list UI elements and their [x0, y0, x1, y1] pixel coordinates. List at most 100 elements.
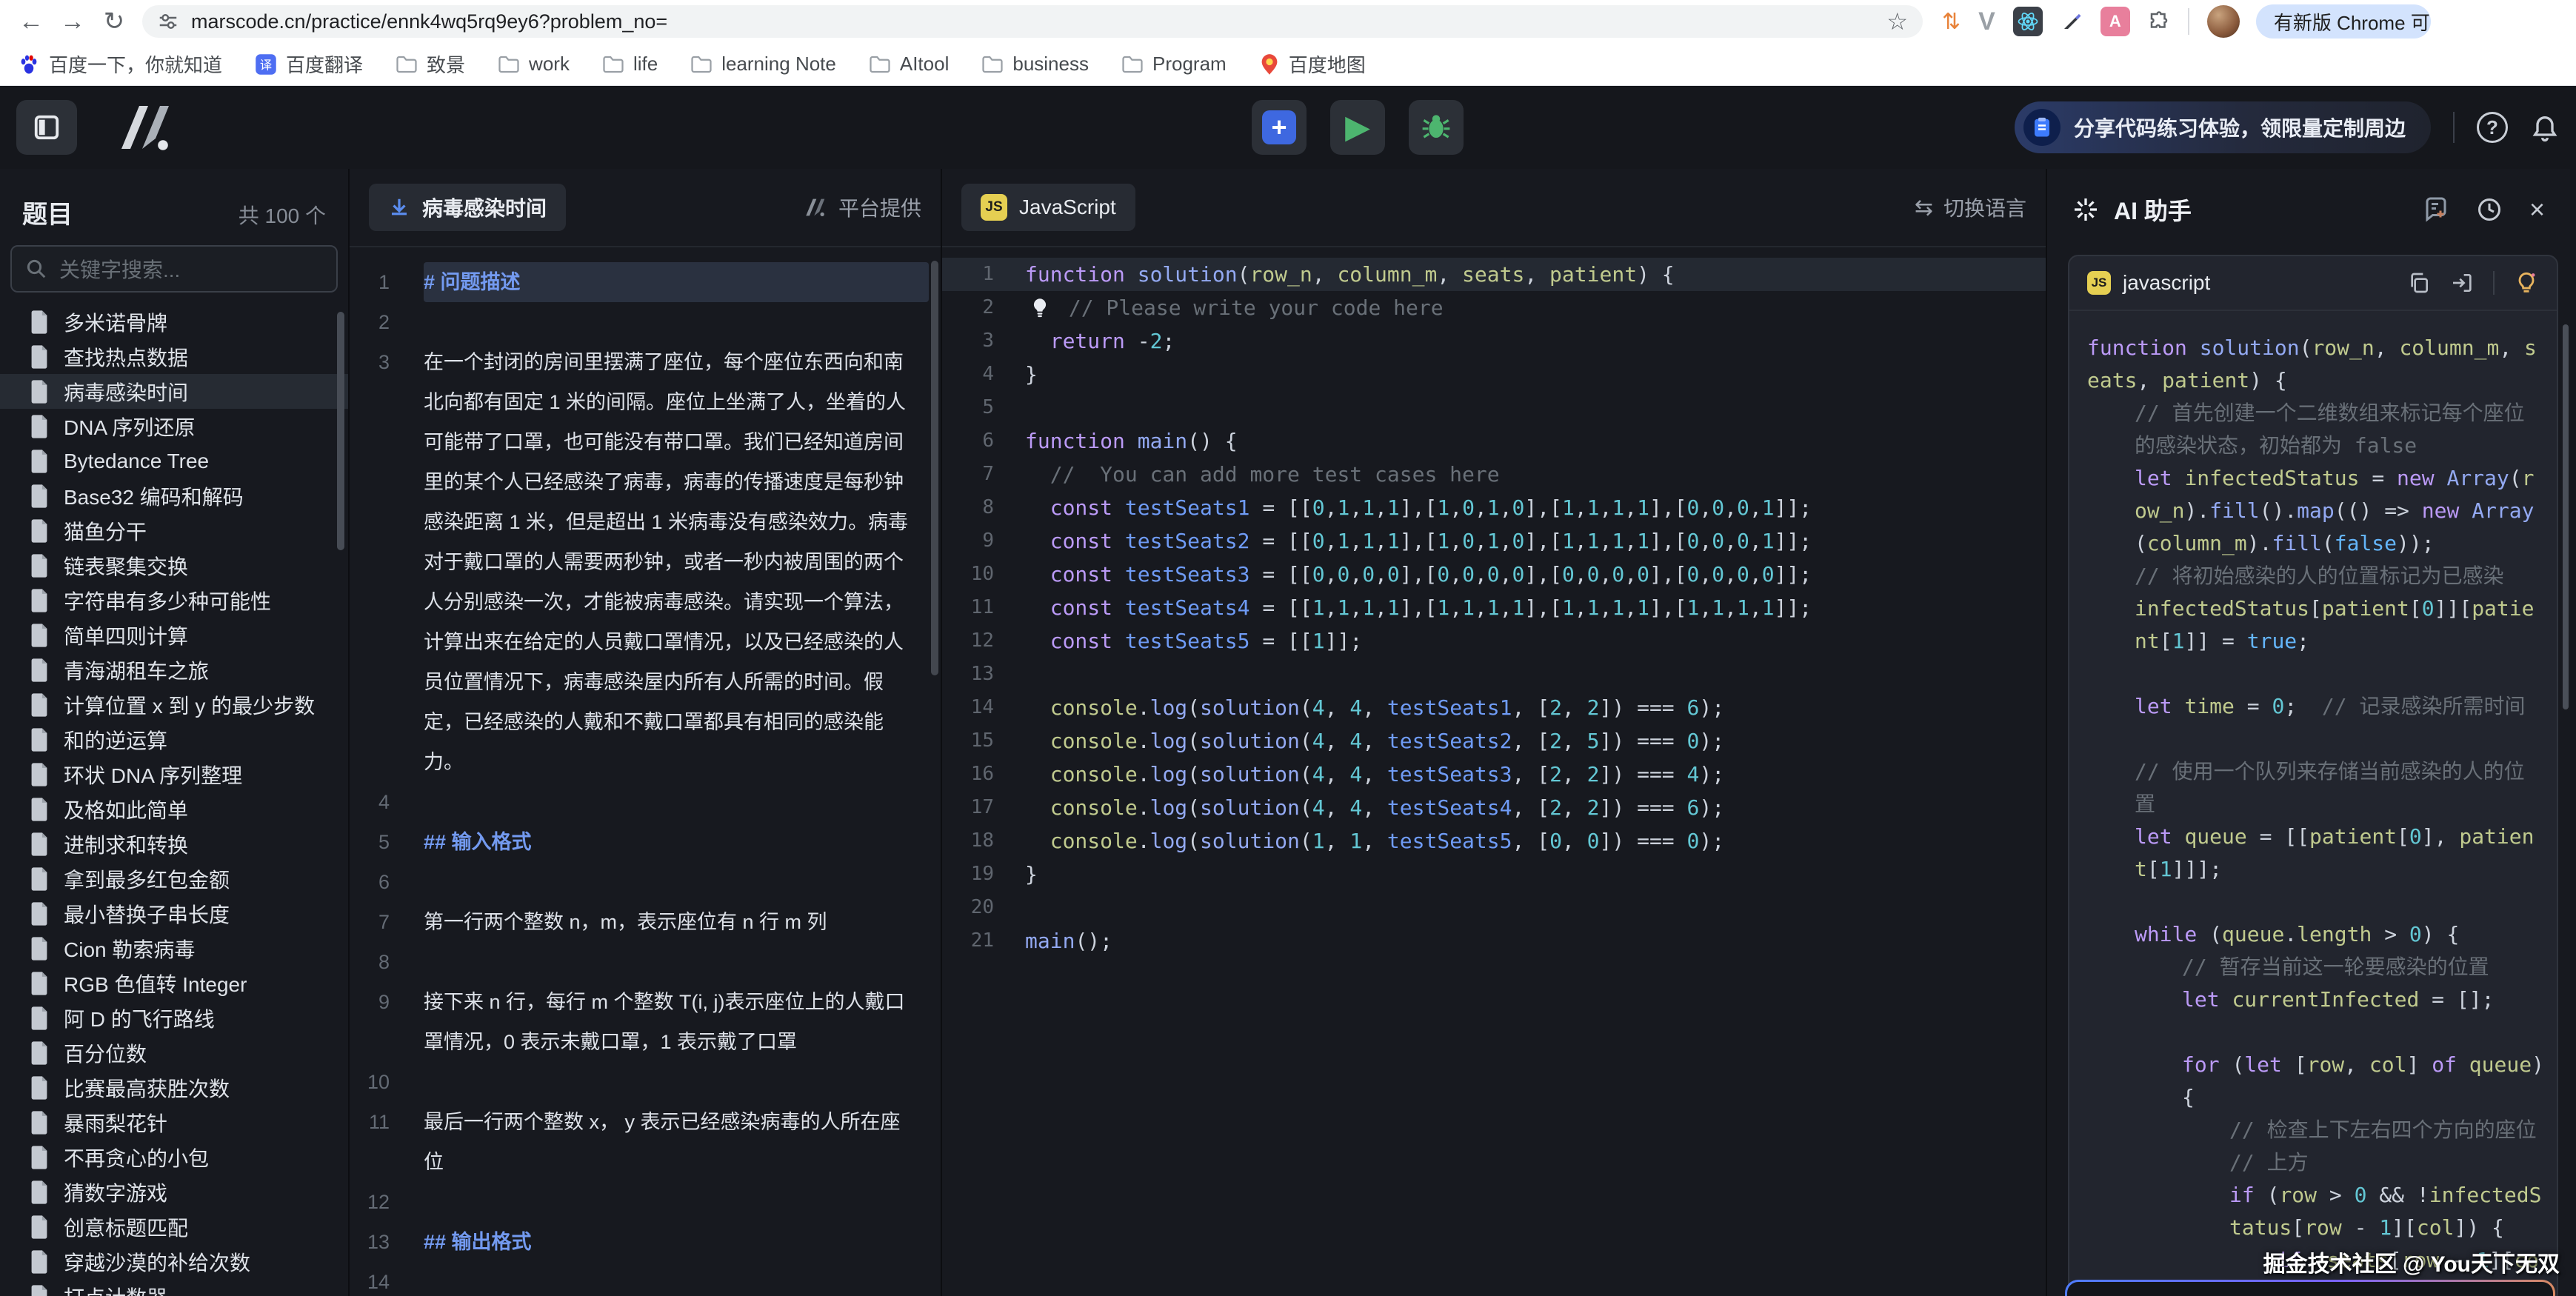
sidebar-item[interactable]: DNA 序列还原: [0, 409, 348, 444]
reload-icon[interactable]: ↻: [93, 7, 135, 36]
bookmark-item[interactable]: Program: [1121, 53, 1227, 76]
sidebar-item[interactable]: 百分位数: [0, 1035, 348, 1070]
marscode-logo[interactable]: [110, 104, 178, 150]
sidebar-item[interactable]: 字符串有多少种可能性: [0, 583, 348, 618]
sidebar-item-label: 字符串有多少种可能性: [64, 586, 271, 615]
description-scrollbar[interactable]: [931, 261, 938, 675]
sidebar-item[interactable]: 暴雨梨花针: [0, 1105, 348, 1140]
document-icon: [30, 1250, 49, 1274]
add-test-button[interactable]: +: [1252, 100, 1307, 155]
sidebar-item[interactable]: 及格如此简单: [0, 792, 348, 826]
ai-code-line: function solution(row_n, column_m, seats…: [2087, 332, 2545, 397]
switch-language-label: 切换语言: [1943, 193, 2026, 222]
search-input[interactable]: 关键字搜索...: [10, 245, 338, 293]
notifications-bell-icon[interactable]: [2530, 113, 2560, 142]
sidebar-item[interactable]: 创意标题匹配: [0, 1209, 348, 1244]
forward-icon[interactable]: →: [52, 7, 93, 36]
sidebar-item[interactable]: 拿到最多红包金额: [0, 861, 348, 896]
ai-chat-input[interactable]: [2065, 1280, 2555, 1296]
site-settings-icon[interactable]: [157, 10, 179, 33]
copy-icon[interactable]: [2407, 271, 2431, 295]
sidebar-scrollbar[interactable]: [337, 312, 344, 550]
sidebar-item[interactable]: 简单四则计算: [0, 618, 348, 652]
sidebar-item[interactable]: RGB 色值转 Integer: [0, 966, 348, 1001]
ai-chat-input-field[interactable]: [2067, 1282, 2553, 1296]
sidebar-item[interactable]: Bytedance Tree: [0, 444, 348, 478]
back-icon[interactable]: ←: [10, 7, 52, 36]
sidebar-item[interactable]: 计算位置 x 到 y 的最少步数: [0, 687, 348, 722]
sidebar-item[interactable]: 进制求和转换: [0, 826, 348, 861]
devtools-ext-icon[interactable]: ⇅: [1942, 9, 1961, 35]
chrome-update-button[interactable]: 有新版 Chrome 可用: [2256, 4, 2431, 39]
code-line: 11 const testSeats4 = [[1,1,1,1],[1,1,1,…: [942, 591, 2046, 624]
sidebar-item[interactable]: 病毒感染时间: [0, 374, 348, 409]
bookmark-item[interactable]: AItool: [869, 53, 950, 76]
problem-tab[interactable]: 病毒感染时间: [369, 184, 566, 231]
sidebar-item[interactable]: 最小替换子串长度: [0, 896, 348, 931]
translate-ext-icon[interactable]: A: [2100, 7, 2130, 36]
bookmark-item[interactable]: learning Note: [690, 53, 836, 76]
switch-language-button[interactable]: ⇆ 切换语言: [1915, 193, 2026, 222]
bookmark-item[interactable]: work: [498, 53, 570, 76]
insert-code-icon[interactable]: [2450, 271, 2474, 295]
sidebar-item[interactable]: 比赛最高获胜次数: [0, 1070, 348, 1105]
debug-button[interactable]: [1409, 100, 1464, 155]
sidebar-item[interactable]: 和的逆运算: [0, 722, 348, 757]
sidebar-item[interactable]: 猜数字游戏: [0, 1175, 348, 1209]
new-chat-icon[interactable]: [2423, 196, 2449, 223]
sidebar-item[interactable]: 不再贪心的小包: [0, 1140, 348, 1175]
description-line: 12: [350, 1182, 929, 1222]
sidebar-item[interactable]: 穿越沙漠的补给次数: [0, 1244, 348, 1279]
bookmark-star-icon[interactable]: ☆: [1886, 7, 1908, 36]
document-icon: [30, 1041, 49, 1065]
ai-code-line: let queue = [[patient[0], patient[1]]];: [2087, 821, 2545, 886]
bookmark-item[interactable]: 百度一下，你就知道: [18, 50, 222, 78]
sidebar-item[interactable]: 青海湖租车之旅: [0, 652, 348, 687]
sidebar-item[interactable]: 多米诺骨牌: [0, 304, 348, 339]
ai-scrollbar[interactable]: [2563, 324, 2569, 709]
language-tab[interactable]: JS JavaScript: [961, 184, 1135, 231]
sidebar-item-label: 比赛最高获胜次数: [64, 1073, 230, 1103]
bookmark-label: learning Note: [721, 53, 836, 76]
ai-code-block[interactable]: function solution(row_n, column_m, seats…: [2069, 311, 2557, 1296]
sidebar-item[interactable]: Base32 编码和解码: [0, 478, 348, 513]
lightbulb-icon[interactable]: [1025, 297, 1056, 319]
vue-ext-icon[interactable]: V: [1978, 7, 1995, 36]
bookmark-item[interactable]: business: [981, 53, 1089, 76]
profile-avatar[interactable]: [2207, 5, 2240, 38]
history-clock-icon[interactable]: [2476, 196, 2503, 223]
sidebar-item[interactable]: 环状 DNA 序列整理: [0, 757, 348, 792]
sidebar-item[interactable]: Cion 勒索病毒: [0, 931, 348, 966]
platform-logo-icon: [801, 198, 828, 217]
bookmark-item[interactable]: 百度地图: [1259, 50, 1366, 78]
folder-icon: [602, 55, 624, 74]
bookmark-item[interactable]: 译百度翻译: [255, 50, 363, 78]
address-bar[interactable]: marscode.cn/practice/ennk4wq5rq9ey6?prob…: [142, 5, 1923, 38]
line-number: 16: [942, 758, 1025, 791]
extensions-puzzle-icon[interactable]: [2148, 10, 2170, 33]
sidebar-item-label: 打点计数器: [64, 1282, 167, 1296]
description-editor[interactable]: 1# 问题描述2 3在一个封闭的房间里摆满了座位，每个座位东西向和南北向都有固定…: [350, 249, 929, 1296]
description-header: 病毒感染时间 平台提供: [350, 169, 941, 247]
bookmark-item[interactable]: 致景: [396, 50, 465, 78]
ai-lightbulb-icon[interactable]: [2514, 270, 2539, 295]
sidebar-item[interactable]: 查找热点数据: [0, 339, 348, 374]
url-text[interactable]: marscode.cn/practice/ennk4wq5rq9ey6?prob…: [191, 10, 1886, 33]
react-ext-icon[interactable]: [2013, 7, 2043, 36]
promo-banner[interactable]: 分享代码练习体验，领限量定制周边: [2015, 101, 2431, 153]
description-text: 第一行两个整数 n，m，表示座位有 n 行 m 列: [424, 902, 929, 942]
line-number: 1: [350, 262, 424, 302]
code-editor[interactable]: 1function solution(row_n, column_m, seat…: [942, 249, 2046, 1296]
help-icon[interactable]: ?: [2477, 112, 2508, 143]
sidebar-item[interactable]: 链表聚集交换: [0, 548, 348, 583]
run-button[interactable]: ▶: [1330, 100, 1385, 155]
code-line: 8 const testSeats1 = [[0,1,1,1],[1,0,1,0…: [942, 491, 2046, 524]
code-line: 7 // You can add more test cases here: [942, 458, 2046, 491]
sidebar-toggle-button[interactable]: [16, 100, 77, 155]
bookmark-item[interactable]: life: [602, 53, 658, 76]
sidebar-item[interactable]: 猫鱼分干: [0, 513, 348, 548]
sidebar-item[interactable]: 阿 D 的飞行路线: [0, 1001, 348, 1035]
close-icon[interactable]: ×: [2529, 196, 2545, 223]
eyedropper-ext-icon[interactable]: [2061, 10, 2083, 33]
sidebar-item[interactable]: 打点计数器: [0, 1279, 348, 1296]
